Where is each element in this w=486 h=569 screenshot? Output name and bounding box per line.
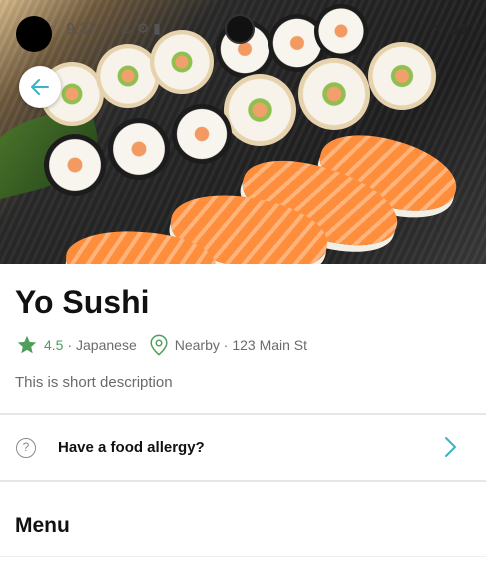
camera-cutout [16,16,52,52]
divider [0,556,486,557]
cuisine-label: · Japanese [67,337,137,353]
divider [0,480,486,482]
restaurant-description: This is short description [15,374,173,391]
signal-icon: ◢ [447,20,461,36]
divider [0,413,486,415]
food-allergy-row[interactable]: ? Have a food allergy? [0,416,486,480]
front-camera-icon [225,14,255,44]
location-label: Nearby · 123 Main St [174,337,308,353]
rating-value: 4.5 [44,337,64,353]
sd-card-icon: ▮ [153,20,165,36]
star-icon [17,335,37,354]
back-button[interactable] [19,66,61,108]
maki-roll [368,42,436,110]
location-pin-icon [150,334,168,356]
battery-icon: ▮ [460,20,470,36]
notification-icon: ♨ [120,20,137,36]
settings-icon: ⚙ [136,20,154,36]
status-time: 9:37 [66,21,98,38]
status-icons: ♨⚙▮ [120,20,165,37]
restaurant-name: Yo Sushi [15,284,150,320]
food-allergy-label: Have a food allergy? [58,439,205,456]
wifi-icon: ▼ [431,20,448,36]
chevron-right-icon [445,437,456,457]
question-icon: ? [16,438,36,458]
system-icons: ▼◢▮ [432,20,470,37]
maki-roll [172,104,232,164]
arrow-left-icon [31,79,49,95]
menu-heading: Menu [15,514,70,537]
maki-roll [44,134,106,196]
status-bar: 9:37 ♨⚙▮ ▼◢▮ [16,14,470,52]
maki-roll [298,58,370,130]
maki-roll [108,118,170,180]
restaurant-meta: 4.5 · Japanese Nearby · 123 Main St [16,332,307,358]
maki-roll [224,74,296,146]
